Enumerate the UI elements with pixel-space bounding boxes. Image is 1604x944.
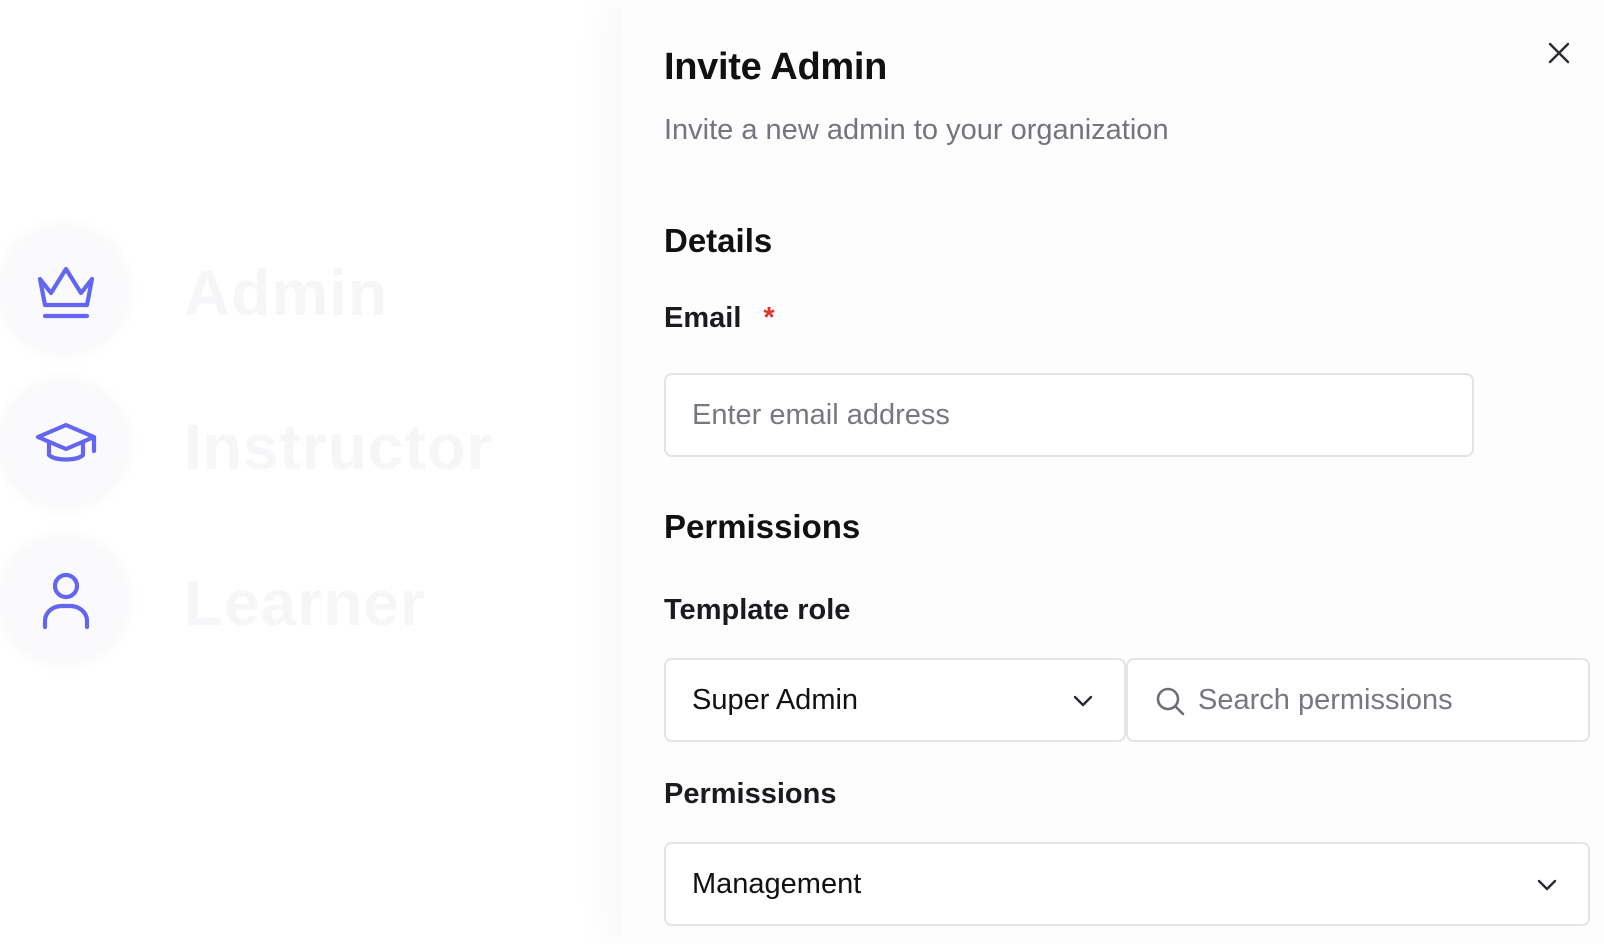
email-field-container [664,373,1474,457]
crown-icon [35,259,97,321]
drawer-title: Invite Admin [664,46,888,88]
permissions-select[interactable]: Management [664,842,1590,926]
close-button[interactable] [1540,36,1578,74]
graduation-cap-icon [35,413,97,475]
role-item-admin[interactable]: Admin [0,228,620,358]
email-field[interactable] [666,375,1472,455]
role-icon-circle [2,538,126,662]
role-item-learner[interactable]: Learner [0,538,620,668]
role-label: Learner [184,567,426,639]
user-icon [35,569,97,631]
role-icon-circle [2,382,126,506]
email-label-text: Email [664,302,742,334]
close-icon [1547,41,1571,70]
required-marker: * [763,302,775,334]
invite-admin-drawer: Invite Admin Invite a new admin to your … [622,0,1604,944]
drawer-subtitle: Invite a new admin to your organization [664,114,1169,146]
background-page: Admin Instructor Learner [0,0,620,944]
permissions-heading: Permissions [664,508,861,545]
search-permissions-container [1126,658,1590,742]
template-role-value: Super Admin [692,684,859,716]
details-heading: Details [664,222,773,259]
role-item-instructor[interactable]: Instructor [0,382,620,512]
template-role-label: Template role [664,594,851,626]
template-role-select[interactable]: Super Admin [664,658,1126,742]
page: Admin Instructor Learner Invite Admin In… [0,0,1604,944]
search-permissions-input[interactable] [1128,660,1588,740]
permissions-value: Management [692,868,862,900]
role-label: Admin [184,257,389,329]
email-label: Email * [664,302,775,335]
permissions-label: Permissions [664,778,837,810]
chevron-down-icon [1070,688,1096,714]
role-label: Instructor [184,411,493,483]
chevron-down-icon [1534,872,1560,898]
role-icon-circle [2,228,126,352]
